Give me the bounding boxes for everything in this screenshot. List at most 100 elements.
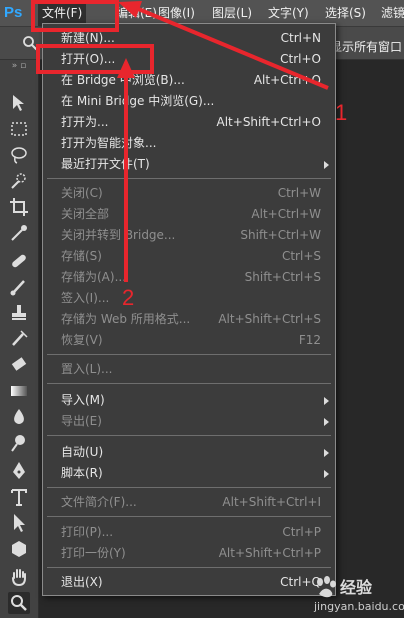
menu-item-label: 脚本(R): [61, 466, 103, 480]
menu-item-save-for-web[interactable]: 存储为 Web 所用格式... Alt+Shift+Ctrl+S: [43, 309, 335, 329]
menu-item-label: 打印(P)...: [61, 525, 114, 539]
menu-item-label: 打开为...: [61, 115, 109, 129]
submenu-arrow-icon: [324, 397, 329, 405]
marquee-tool-icon[interactable]: [8, 118, 30, 140]
menu-item-shortcut: Ctrl+O: [280, 52, 321, 66]
clone-stamp-tool-icon[interactable]: [8, 302, 30, 324]
menu-item-label: 存储为(A)...: [61, 270, 127, 284]
menu-item-import[interactable]: 导入(M): [43, 390, 335, 410]
menu-item-open-smart-object[interactable]: 打开为智能对象...: [43, 133, 335, 153]
menu-item-browse-mini-bridge[interactable]: 在 Mini Bridge 中浏览(G)...: [43, 91, 335, 111]
menu-item-revert[interactable]: 恢复(V) F12: [43, 330, 335, 350]
menu-separator: [47, 383, 331, 384]
type-tool-icon[interactable]: [8, 486, 30, 508]
menu-image[interactable]: 图像(I): [158, 5, 195, 21]
menu-item-label: 文件简介(F)...: [61, 495, 137, 509]
menu-item-shortcut: Ctrl+S: [281, 249, 321, 263]
annotation-box-file-menu: [31, 0, 119, 32]
menu-item-label: 签入(I)...: [61, 291, 110, 305]
menu-separator: [47, 435, 331, 436]
menu-item-label: 关闭全部: [61, 207, 110, 221]
blur-tool-icon[interactable]: [8, 406, 30, 428]
hand-tool-icon[interactable]: [8, 566, 30, 588]
app-logo: Ps: [4, 4, 23, 21]
menu-item-print[interactable]: 打印(P)... Ctrl+P: [43, 522, 335, 542]
menu-item-label: 关闭并转到 Bridge...: [61, 228, 176, 242]
menu-item-label: 导出(E): [61, 414, 102, 428]
submenu-arrow-icon: [324, 161, 329, 169]
menu-item-label: 自动(U): [61, 445, 104, 459]
move-tool-icon[interactable]: [8, 92, 30, 114]
lasso-tool-icon[interactable]: [8, 144, 30, 166]
eraser-tool-icon[interactable]: [8, 354, 30, 376]
menu-separator: [47, 487, 331, 488]
menu-item-label: 关闭(C): [61, 186, 103, 200]
menu-select[interactable]: 选择(S): [325, 5, 366, 21]
menu-item-print-one-copy[interactable]: 打印一份(Y) Alt+Shift+Ctrl+P: [43, 543, 335, 563]
pen-tool-icon[interactable]: [8, 460, 30, 482]
menu-item-close[interactable]: 关闭(C) Ctrl+W: [43, 183, 335, 203]
menu-item-export[interactable]: 导出(E): [43, 411, 335, 431]
dodge-tool-icon[interactable]: [8, 432, 30, 454]
crop-tool-icon[interactable]: [8, 196, 30, 218]
menu-item-exit[interactable]: 退出(X) Ctrl+Q: [43, 572, 335, 592]
watermark-title: 经验: [340, 578, 373, 597]
menu-item-file-info[interactable]: 文件简介(F)... Alt+Shift+Ctrl+I: [43, 492, 335, 512]
menu-separator: [47, 516, 331, 517]
menu-item-shortcut: Alt+Ctrl+W: [251, 207, 321, 221]
menu-item-label: 恢复(V): [61, 333, 103, 347]
annotation-number-2: 2: [122, 285, 135, 310]
menu-item-close-all[interactable]: 关闭全部 Alt+Ctrl+W: [43, 204, 335, 224]
menu-item-recent-files[interactable]: 最近打开文件(T): [43, 154, 335, 174]
toolbar-collapse-icon[interactable]: » ▫: [0, 62, 38, 71]
menu-item-shortcut: Alt+Shift+Ctrl+I: [222, 495, 321, 509]
gradient-tool-icon[interactable]: [8, 380, 30, 402]
history-brush-tool-icon[interactable]: [8, 328, 30, 350]
file-menu-dropdown: 新建(N)... Ctrl+N 打开(O)... Ctrl+O 在 Bridge…: [42, 23, 336, 596]
menu-item-label: 打开为智能对象...: [61, 136, 157, 150]
zoom-tool-icon[interactable]: [8, 592, 30, 614]
menu-item-open-as[interactable]: 打开为... Alt+Shift+Ctrl+O: [43, 112, 335, 132]
menu-item-label: 最近打开文件(T): [61, 157, 150, 171]
menu-item-shortcut: Ctrl+W: [277, 186, 321, 200]
menu-item-label: 导入(M): [61, 393, 105, 407]
shape-tool-icon[interactable]: [8, 538, 30, 560]
submenu-arrow-icon: [324, 418, 329, 426]
menu-item-shortcut: Alt+Shift+Ctrl+P: [218, 546, 321, 560]
menu-item-shortcut: F12: [298, 333, 321, 347]
menu-item-save-as[interactable]: 存储为(A)... Shift+Ctrl+S: [43, 267, 335, 287]
menu-item-shortcut: Shift+Ctrl+S: [244, 270, 321, 284]
menu-edit[interactable]: 编辑(E): [116, 5, 157, 21]
menu-item-save[interactable]: 存储(S) Ctrl+S: [43, 246, 335, 266]
menu-item-close-go-bridge[interactable]: 关闭并转到 Bridge... Shift+Ctrl+W: [43, 225, 335, 245]
menu-item-label: 存储为 Web 所用格式...: [61, 312, 191, 326]
healing-brush-tool-icon[interactable]: [8, 250, 30, 272]
menu-separator: [47, 567, 331, 568]
eyedropper-tool-icon[interactable]: [8, 222, 30, 244]
menu-layer[interactable]: 图层(L): [212, 5, 252, 21]
menu-item-label: 置入(L)...: [61, 362, 113, 376]
baidu-paw-icon: [317, 576, 336, 598]
menu-item-place[interactable]: 置入(L)...: [43, 359, 335, 379]
menu-item-automate[interactable]: 自动(U): [43, 442, 335, 462]
menu-item-label: 退出(X): [61, 575, 103, 589]
menu-item-scripts[interactable]: 脚本(R): [43, 463, 335, 483]
path-selection-tool-icon[interactable]: [8, 512, 30, 534]
menu-separator: [47, 354, 331, 355]
menu-item-check-in[interactable]: 签入(I)...: [43, 288, 335, 308]
submenu-arrow-icon: [324, 449, 329, 457]
brush-tool-icon[interactable]: [8, 276, 30, 298]
menu-item-shortcut: Alt+Ctrl+O: [253, 73, 321, 87]
menu-filter[interactable]: 滤镜: [381, 5, 404, 21]
menu-item-shortcut: Ctrl+N: [280, 31, 321, 45]
annotation-box-open-item: [36, 44, 154, 74]
menu-separator: [47, 178, 331, 179]
watermark-url: jingyan.baidu.com: [314, 600, 404, 613]
quick-select-tool-icon[interactable]: [8, 170, 30, 192]
show-all-windows-button[interactable]: 显示所有窗口: [330, 38, 402, 55]
menu-item-label: 打印一份(Y): [61, 546, 126, 560]
menu-item-label: 存储(S): [61, 249, 102, 263]
menu-item-shortcut: Alt+Shift+Ctrl+O: [216, 115, 321, 129]
menu-item-shortcut: Ctrl+P: [282, 525, 321, 539]
menu-type[interactable]: 文字(Y): [268, 5, 309, 21]
